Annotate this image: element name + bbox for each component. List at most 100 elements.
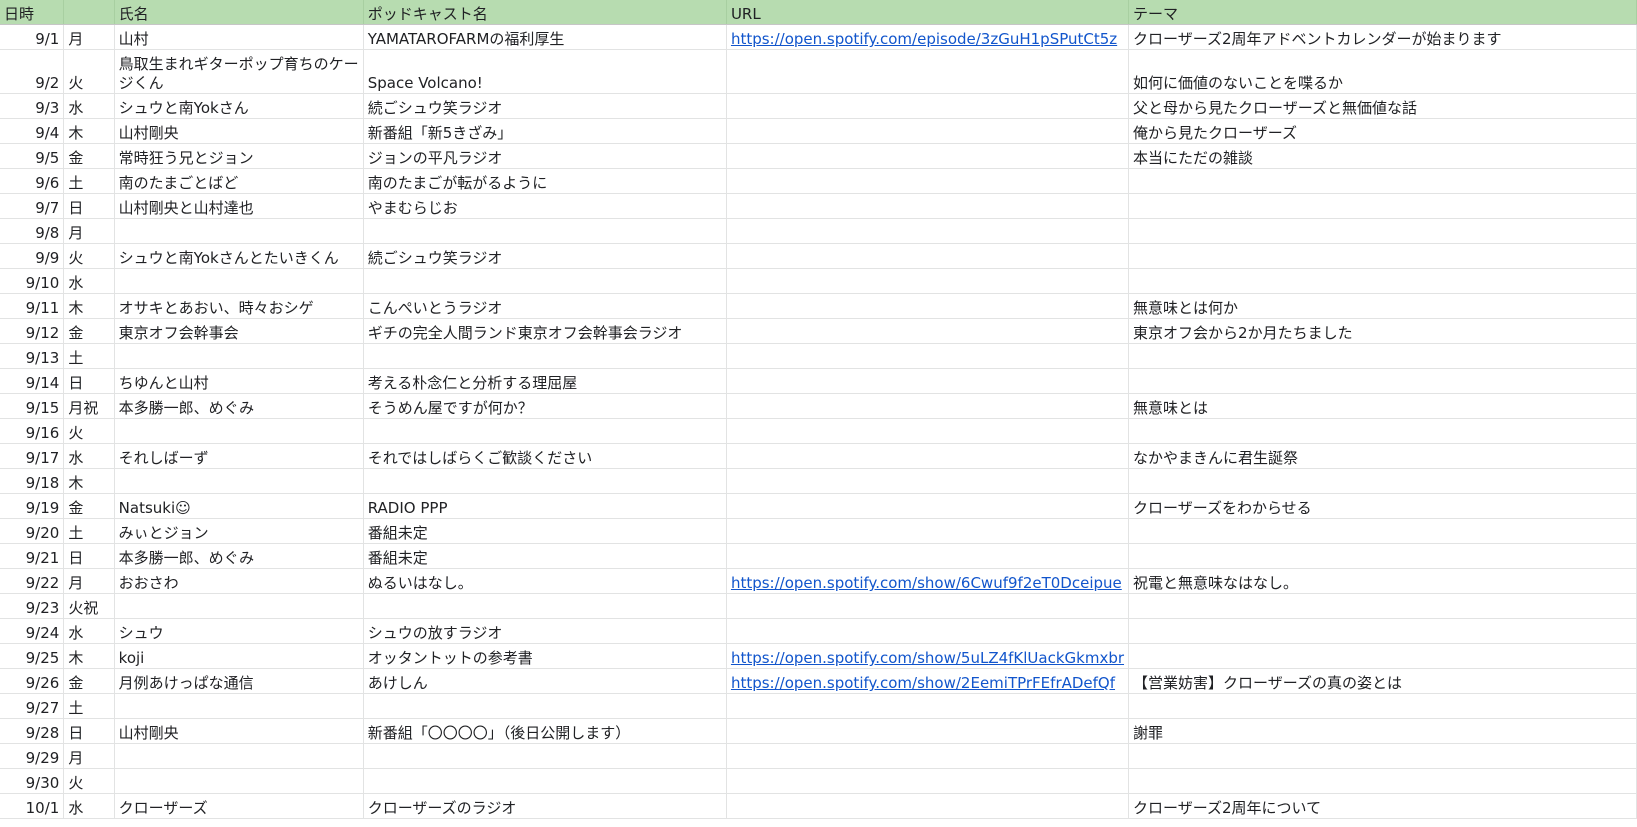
cell-name[interactable] [114,218,364,244]
cell-url[interactable]: https://open.spotify.com/show/5uLZ4fKlUa… [726,643,1130,669]
cell-date[interactable]: 9/15 [0,393,65,419]
cell-url[interactable] [726,718,1130,744]
cell-theme[interactable]: なかやまきんに君生誕祭 [1128,443,1637,469]
cell-name[interactable]: シュウ [114,618,364,644]
cell-url[interactable] [726,218,1130,244]
cell-theme[interactable] [1128,268,1637,294]
cell-name[interactable]: 南のたまごとばど [114,168,364,194]
cell-day[interactable]: 金 [63,318,115,344]
cell-day[interactable]: 水 [63,93,115,119]
cell-day[interactable]: 火 [63,418,115,444]
cell-theme[interactable]: 東京オフ会から2か月たちました [1128,318,1637,344]
cell-url[interactable] [726,343,1130,369]
cell-url[interactable] [726,618,1130,644]
cell-theme[interactable] [1128,618,1637,644]
cell-date[interactable]: 9/26 [0,668,65,694]
cell-url[interactable] [726,593,1130,619]
cell-podcast[interactable]: こんぺいとうラジオ [363,293,727,319]
cell-podcast[interactable]: 続ごシュウ笑ラジオ [363,93,727,119]
cell-day[interactable]: 日 [63,718,115,744]
cell-name[interactable]: それしばーず [114,443,364,469]
cell-name[interactable]: 山村剛央と山村達也 [114,193,364,219]
cell-date[interactable]: 9/1 [0,24,65,50]
cell-url[interactable] [726,693,1130,719]
cell-day[interactable]: 日 [63,543,115,569]
cell-name[interactable] [114,768,364,794]
header-theme[interactable]: テーマ [1128,0,1637,25]
cell-podcast[interactable]: クローザーズのラジオ [363,793,727,819]
cell-name[interactable] [114,268,364,294]
cell-name[interactable]: ちゆんと山村 [114,368,364,394]
cell-date[interactable]: 9/3 [0,93,65,119]
cell-date[interactable]: 9/30 [0,768,65,794]
cell-url[interactable] [726,268,1130,294]
cell-podcast[interactable]: ジョンの平凡ラジオ [363,143,727,169]
cell-theme[interactable] [1128,518,1637,544]
cell-url[interactable] [726,193,1130,219]
cell-day[interactable]: 火 [63,243,115,269]
header-url[interactable]: URL [726,0,1130,25]
cell-url[interactable] [726,368,1130,394]
cell-theme[interactable] [1128,768,1637,794]
cell-url[interactable] [726,318,1130,344]
cell-podcast[interactable]: オッタントットの参考書 [363,643,727,669]
cell-day[interactable]: 土 [63,168,115,194]
cell-podcast[interactable]: YAMATAROFARMの福利厚生 [363,24,727,50]
cell-theme[interactable]: 【営業妨害】クローザーズの真の姿とは [1128,668,1637,694]
cell-podcast[interactable] [363,693,727,719]
cell-url[interactable] [726,793,1130,819]
cell-theme[interactable]: 父と母から見たクローザーズと無価値な話 [1128,93,1637,119]
cell-theme[interactable]: クローザーズをわからせる [1128,493,1637,519]
cell-date[interactable]: 9/21 [0,543,65,569]
cell-name[interactable]: おおさわ [114,568,364,594]
cell-name[interactable]: Natsuki☺ [114,493,364,519]
cell-day[interactable]: 土 [63,518,115,544]
header-name[interactable]: 氏名 [114,0,364,25]
cell-name[interactable]: koji [114,643,364,669]
cell-theme[interactable] [1128,743,1637,769]
cell-podcast[interactable] [363,743,727,769]
cell-name[interactable]: 山村剛央 [114,718,364,744]
cell-date[interactable]: 9/4 [0,118,65,144]
cell-url[interactable] [726,293,1130,319]
cell-podcast[interactable]: シュウの放すラジオ [363,618,727,644]
cell-podcast[interactable] [363,268,727,294]
cell-name[interactable]: 山村剛央 [114,118,364,144]
cell-date[interactable]: 9/29 [0,743,65,769]
cell-name[interactable]: 月例あけっぱな通信 [114,668,364,694]
cell-date[interactable]: 9/17 [0,443,65,469]
header-podcast[interactable]: ポッドキャスト名 [363,0,727,25]
cell-podcast[interactable]: Space Volcano! [363,49,727,94]
cell-podcast[interactable]: 新番組「新5きざみ」 [363,118,727,144]
cell-date[interactable]: 9/7 [0,193,65,219]
cell-podcast[interactable]: ぬるいはなし。 [363,568,727,594]
cell-date[interactable]: 9/23 [0,593,65,619]
cell-url[interactable] [726,143,1130,169]
cell-name[interactable] [114,593,364,619]
cell-podcast[interactable]: そうめん屋ですが何か？ [363,393,727,419]
cell-day[interactable]: 火祝 [63,593,115,619]
cell-name[interactable]: 常時狂う兄とジョン [114,143,364,169]
cell-theme[interactable] [1128,193,1637,219]
cell-day[interactable]: 土 [63,343,115,369]
cell-day[interactable]: 月 [63,743,115,769]
cell-day[interactable]: 水 [63,793,115,819]
cell-day[interactable]: 水 [63,618,115,644]
cell-name[interactable]: 本多勝一郎、めぐみ [114,543,364,569]
cell-day[interactable]: 金 [63,668,115,694]
cell-url[interactable] [726,118,1130,144]
cell-podcast[interactable]: 考える朴念仁と分析する理屈屋 [363,368,727,394]
cell-url[interactable] [726,168,1130,194]
cell-day[interactable]: 月 [63,218,115,244]
cell-name[interactable] [114,468,364,494]
cell-name[interactable] [114,743,364,769]
cell-day[interactable]: 火 [63,49,115,94]
cell-theme[interactable]: 祝電と無意味なはなし。 [1128,568,1637,594]
cell-day[interactable]: 日 [63,368,115,394]
cell-url[interactable] [726,768,1130,794]
cell-name[interactable]: 山村 [114,24,364,50]
cell-url[interactable]: https://open.spotify.com/show/6Cwuf9f2eT… [726,568,1130,594]
cell-theme[interactable]: 謝罪 [1128,718,1637,744]
cell-date[interactable]: 9/10 [0,268,65,294]
cell-day[interactable]: 月 [63,24,115,50]
